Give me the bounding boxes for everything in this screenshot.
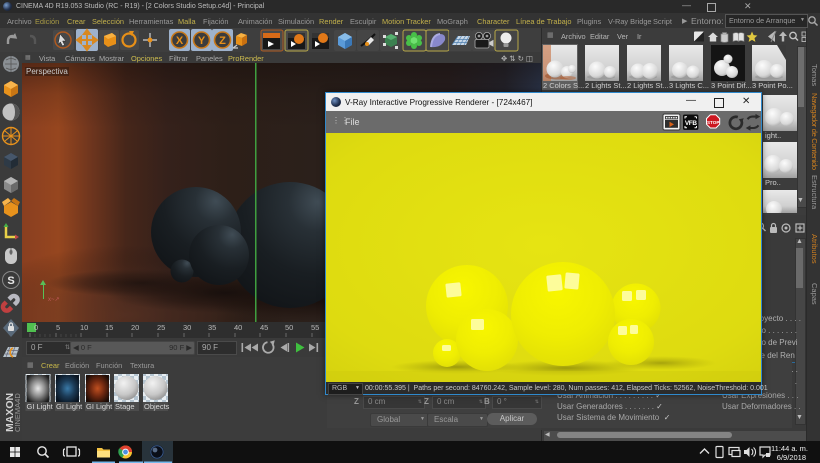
svg-text:Objects: Objects [144,402,170,411]
svg-text:VFB: VFB [685,120,698,127]
svg-text:6/9/2018: 6/9/2018 [777,453,806,462]
svg-text:X: X [176,35,184,47]
svg-text:x~↗: x~↗ [48,297,60,303]
svg-text:Z: Z [219,35,226,47]
svg-text:GI Light: GI Light [56,402,83,411]
svg-text:45: 45 [260,323,268,332]
svg-text:STOP: STOP [707,120,719,125]
svg-text:55: 55 [311,323,319,332]
svg-text:Y: Y [198,35,206,47]
svg-text:GI Light: GI Light [86,402,113,411]
svg-text:15: 15 [105,323,113,332]
svg-text:3 Point Dif...: 3 Point Dif... [711,81,752,90]
svg-text:Stage: Stage [115,402,135,411]
svg-text:10: 10 [80,323,88,332]
svg-text:ight..: ight.. [765,131,781,140]
svg-text:Pro..: Pro.. [765,178,781,187]
svg-text:2 Lights St...: 2 Lights St... [627,81,669,90]
svg-text:2 Lights St...: 2 Lights St... [585,81,627,90]
svg-text:3 Point Po...: 3 Point Po... [752,81,793,90]
svg-text:50: 50 [285,323,293,332]
svg-text:30: 30 [183,323,191,332]
svg-text:GI Light: GI Light [27,402,54,411]
svg-text:S: S [7,275,14,287]
svg-text:11:44 a. m.: 11:44 a. m. [771,444,808,453]
svg-text:3 Lights C...: 3 Lights C... [669,81,709,90]
svg-text:35: 35 [208,323,216,332]
svg-text:25: 25 [157,323,165,332]
svg-text:2 Colors S...: 2 Colors S... [543,81,584,90]
svg-text:0: 0 [34,323,38,332]
svg-text:20: 20 [131,323,139,332]
svg-text:40: 40 [234,323,242,332]
svg-text:5: 5 [56,323,60,332]
